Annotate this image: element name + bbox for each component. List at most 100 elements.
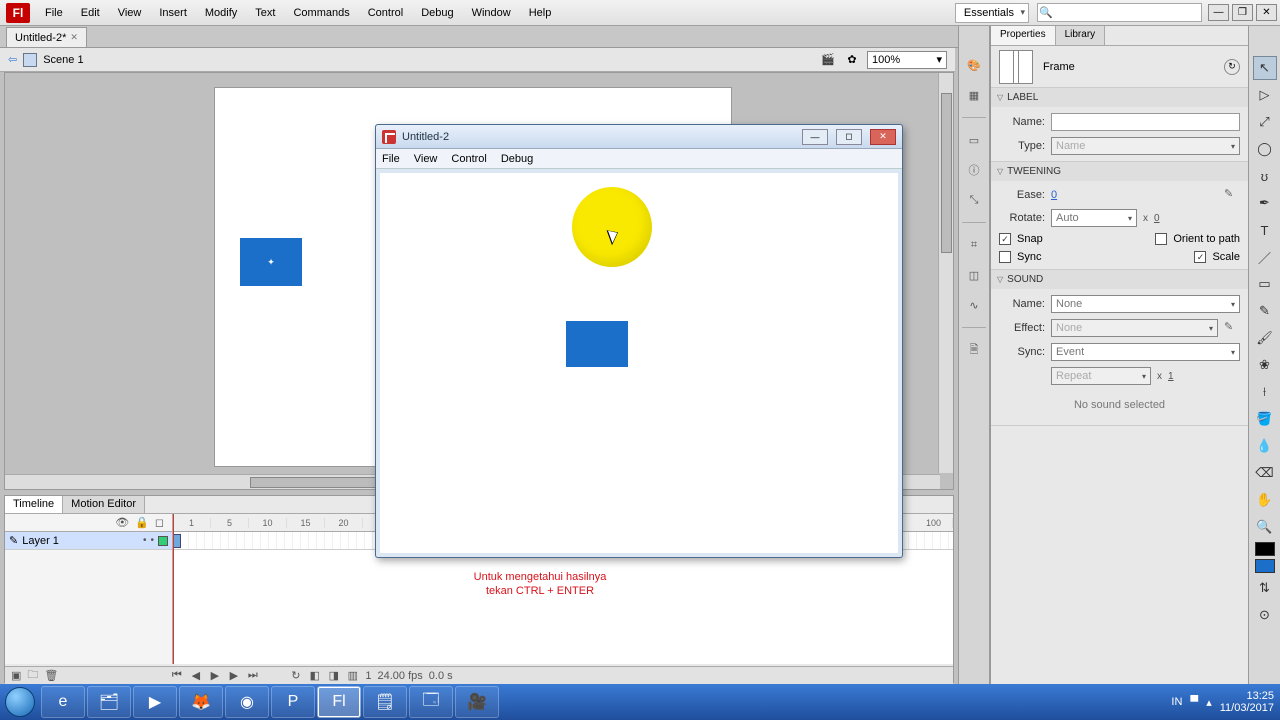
components-panel-icon[interactable]: ◫	[963, 264, 985, 286]
delete-layer-icon[interactable]: 🗑	[44, 669, 58, 682]
taskbar-flash-icon[interactable]: Fl	[317, 686, 361, 718]
menu-window[interactable]: Window	[463, 3, 520, 23]
onion-skin-icon[interactable]: ◧	[308, 669, 321, 682]
brush-tool-icon[interactable]: 🖌	[1253, 326, 1277, 350]
swatches-panel-icon[interactable]: ▦	[963, 84, 985, 106]
taskbar-camtasia-icon[interactable]: 🎥	[455, 686, 499, 718]
player-stage[interactable]	[380, 173, 898, 553]
edit-scene-icon[interactable]: 🎬	[819, 51, 837, 69]
stage-symbol-rect[interactable]: ✦	[240, 238, 302, 286]
taskbar-powerpoint-icon[interactable]: P	[271, 686, 315, 718]
tab-properties[interactable]: Properties	[991, 26, 1056, 45]
transform-panel-icon[interactable]: ⤡	[963, 189, 985, 211]
subselect-tool-icon[interactable]: ▷	[1253, 83, 1277, 107]
system-tray[interactable]: IN ▀ ▴ 13:25 11/03/2017	[1171, 690, 1280, 714]
snap-checkbox[interactable]: ✓	[999, 233, 1011, 245]
circled-arrow-icon[interactable]: ↻	[1224, 59, 1240, 75]
bone-tool-icon[interactable]: ⟊	[1253, 380, 1277, 404]
selection-tool-icon[interactable]: ↖	[1253, 56, 1277, 80]
rotate-select[interactable]: Auto	[1051, 209, 1137, 227]
rectangle-tool-icon[interactable]: ▭	[1253, 272, 1277, 296]
scroll-thumb[interactable]	[941, 93, 952, 253]
player-menu-debug[interactable]: Debug	[501, 153, 533, 165]
snap-option-icon[interactable]: ⊙	[1253, 603, 1277, 627]
start-button[interactable]	[0, 684, 40, 720]
align-panel-icon[interactable]: ▭	[963, 129, 985, 151]
taskbar-ie-icon[interactable]: e	[41, 686, 85, 718]
swf-blue-rect[interactable]	[566, 321, 628, 367]
sound-name-select[interactable]: None	[1051, 295, 1240, 313]
app-minimize-button[interactable]: ―	[1208, 4, 1229, 21]
orient-checkbox[interactable]	[1155, 233, 1167, 245]
player-menu-view[interactable]: View	[414, 153, 438, 165]
pen-tool-icon[interactable]: ✒	[1253, 191, 1277, 215]
eye-icon[interactable]: 👁	[115, 516, 129, 529]
scale-checkbox[interactable]: ✓	[1194, 251, 1206, 263]
tab-library[interactable]: Library	[1056, 26, 1106, 45]
taskbar-firefox-icon[interactable]: 🦊	[179, 686, 223, 718]
outline-icon[interactable]: ◻	[155, 516, 164, 529]
step-back-icon[interactable]: ◀	[189, 669, 202, 682]
menu-help[interactable]: Help	[520, 3, 561, 23]
info-panel-icon[interactable]: ⓘ	[963, 159, 985, 181]
ease-value[interactable]: 0	[1051, 189, 1057, 201]
text-tool-icon[interactable]: T	[1253, 218, 1277, 242]
taskbar-wmp-icon[interactable]: ▶	[133, 686, 177, 718]
sound-effect-select[interactable]: None	[1051, 319, 1218, 337]
menu-text[interactable]: Text	[246, 3, 284, 23]
workspace-dropdown[interactable]: Essentials	[955, 3, 1029, 23]
loop-icon[interactable]: ↻	[289, 669, 302, 682]
edit-symbol-icon[interactable]: ✿	[843, 51, 861, 69]
3d-rotate-tool-icon[interactable]: ◯	[1253, 137, 1277, 161]
code-panel-icon[interactable]: ⌗	[963, 234, 985, 256]
tray-time[interactable]: 13:25	[1246, 690, 1274, 702]
play-icon[interactable]: ▶	[208, 669, 221, 682]
deco-tool-icon[interactable]: ❀	[1253, 353, 1277, 377]
edit-sound-icon[interactable]: ✎	[1224, 320, 1240, 336]
free-transform-tool-icon[interactable]: ⤢	[1253, 110, 1277, 134]
step-fwd-icon[interactable]: ▶	[227, 669, 240, 682]
label-name-input[interactable]	[1051, 113, 1240, 131]
layer-row[interactable]: ✎ Layer 1 ••	[5, 532, 172, 550]
taskbar-explorer-icon[interactable]: 🗂	[87, 686, 131, 718]
tray-date[interactable]: 11/03/2017	[1220, 702, 1274, 714]
lasso-tool-icon[interactable]: ʊ	[1253, 164, 1277, 188]
section-label[interactable]: LABEL	[991, 88, 1248, 107]
project-panel-icon[interactable]: 🗎	[963, 339, 985, 361]
tray-chevron-icon[interactable]: ▴	[1206, 696, 1212, 709]
new-layer-icon[interactable]: ▣	[11, 669, 21, 682]
keyframe[interactable]	[173, 534, 181, 548]
app-close-button[interactable]: ✕	[1256, 4, 1277, 21]
layer-outline-swatch[interactable]	[158, 536, 168, 546]
zoom-input[interactable]: 100%▾	[867, 51, 947, 69]
eyedropper-tool-icon[interactable]: 💧	[1253, 434, 1277, 458]
line-tool-icon[interactable]: ／	[1253, 245, 1277, 269]
edit-ease-icon[interactable]: ✎	[1224, 187, 1240, 203]
menu-commands[interactable]: Commands	[284, 3, 358, 23]
player-menu-control[interactable]: Control	[451, 153, 486, 165]
app-restore-button[interactable]: ❐	[1232, 4, 1253, 21]
edit-multi-icon[interactable]: ▥	[346, 669, 359, 682]
section-tweening[interactable]: TWEENING	[991, 162, 1248, 181]
new-folder-icon[interactable]: 🗀	[27, 666, 38, 685]
sound-repeat-select[interactable]: Repeat	[1051, 367, 1151, 385]
back-arrow-icon[interactable]: ⇦	[8, 53, 17, 66]
tools-panel-icon[interactable]: 🎨	[963, 54, 985, 76]
taskbar-notes-icon[interactable]: 🗒	[363, 686, 407, 718]
menu-insert[interactable]: Insert	[150, 3, 196, 23]
menu-file[interactable]: File	[36, 3, 72, 23]
player-minimize-button[interactable]: ―	[802, 129, 828, 145]
taskbar-chrome-icon[interactable]: ◉	[225, 686, 269, 718]
onion-outline-icon[interactable]: ◨	[327, 669, 340, 682]
zoom-tool-icon[interactable]: 🔍	[1253, 515, 1277, 539]
stage-v-scrollbar[interactable]	[938, 73, 953, 473]
pencil-tool-icon[interactable]: ✎	[1253, 299, 1277, 323]
menu-debug[interactable]: Debug	[412, 3, 462, 23]
tab-timeline[interactable]: Timeline	[5, 496, 63, 513]
document-tab[interactable]: Untitled-2* ✕	[6, 27, 87, 47]
menu-control[interactable]: Control	[359, 3, 412, 23]
document-tab-close-icon[interactable]: ✕	[70, 32, 78, 43]
stroke-color-swatch[interactable]	[1255, 542, 1275, 556]
tray-lang[interactable]: IN	[1171, 696, 1182, 708]
menu-edit[interactable]: Edit	[72, 3, 109, 23]
